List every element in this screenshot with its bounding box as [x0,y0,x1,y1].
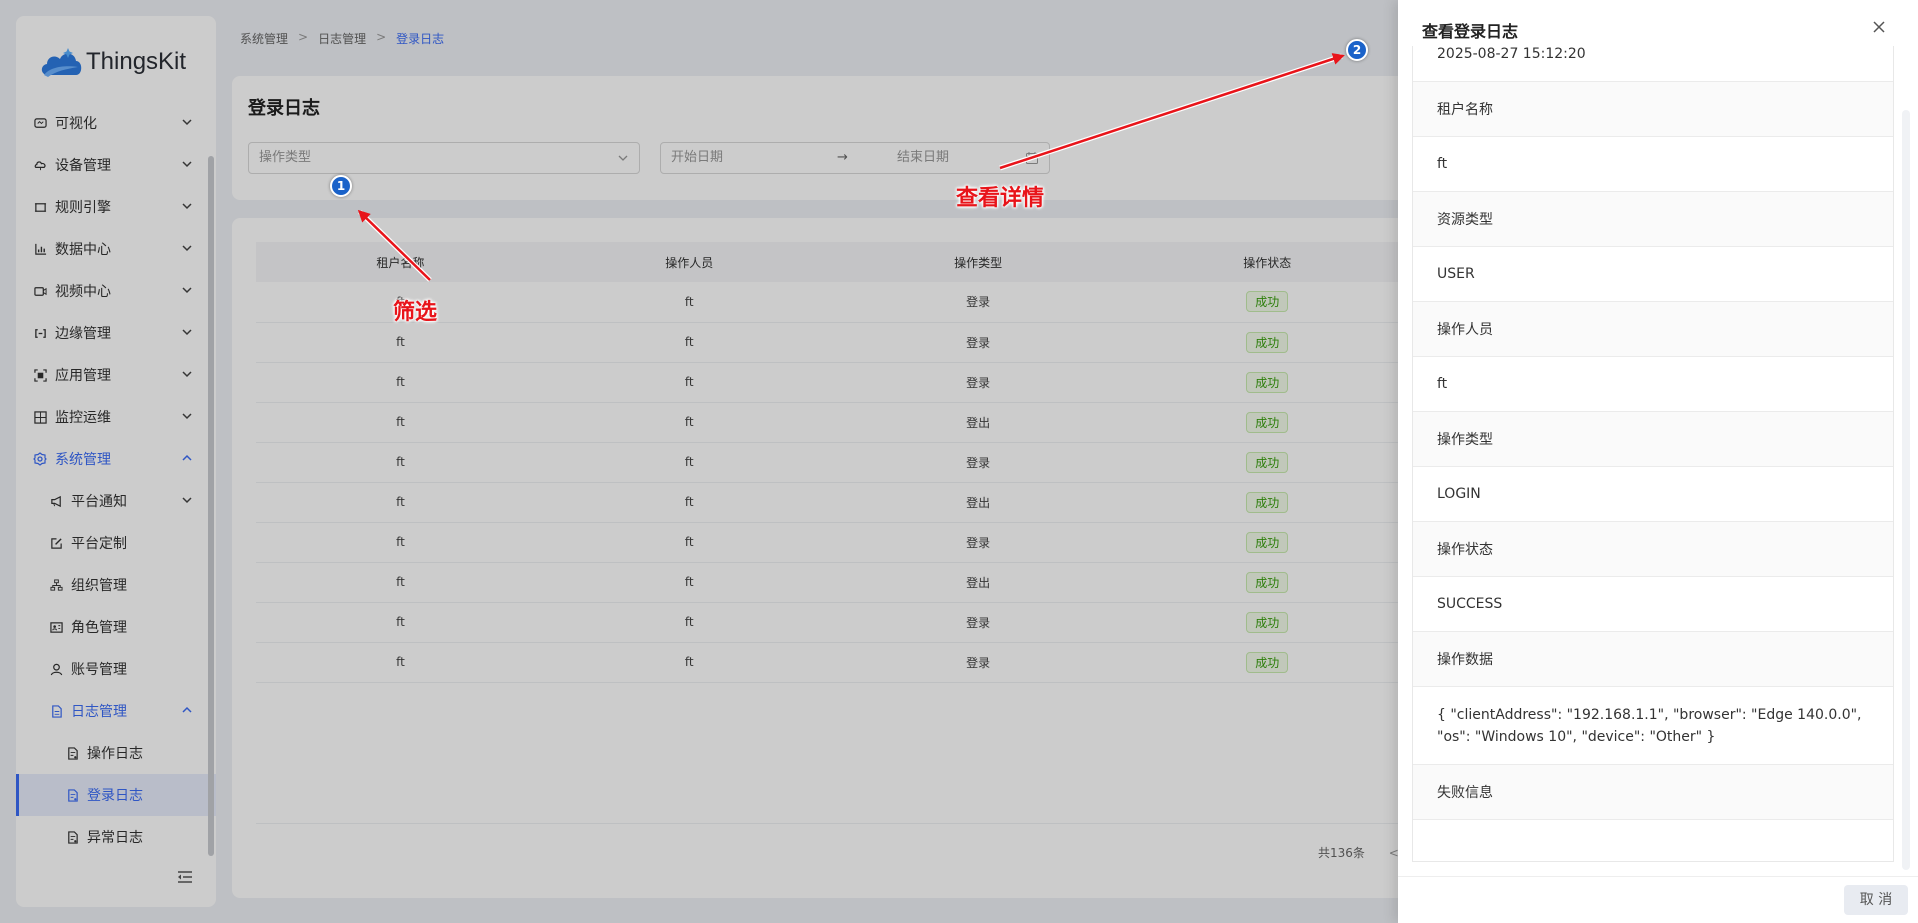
detail-label: 资源类型 [1413,192,1893,247]
close-icon[interactable] [1872,20,1886,34]
drawer-footer: 取 消 [1398,876,1918,923]
detail-value: SUCCESS [1413,577,1893,632]
drawer-scrollbar[interactable] [1902,110,1910,870]
modal-overlay[interactable] [0,0,1398,923]
filter-callout: 筛选 [393,299,438,325]
detail-value: ft [1413,137,1893,192]
detail-label: 租户名称 [1413,82,1893,137]
cancel-button[interactable]: 取 消 [1844,885,1908,915]
detail-label: 失败信息 [1413,765,1893,820]
detail-label: 操作状态 [1413,522,1893,577]
detail-list: 2025-08-27 15:12:20 租户名称 ft 资源类型 USER 操作人员 ft 操… [1412,46,1894,862]
detail-label: 操作类型 [1413,412,1893,467]
step-1-marker: 1 [330,175,352,197]
detail-value: LOGIN [1413,467,1893,522]
detail-value: USER [1413,247,1893,302]
detail-value: { "clientAddress": "192.168.1.1", "brows… [1413,687,1893,765]
drawer-title: 查看登录日志 [1422,22,1519,41]
detail-value: 2025-08-27 15:12:20 [1413,46,1893,82]
detail-callout: 查看详情 [956,185,1045,211]
detail-label: 操作人员 [1413,302,1893,357]
detail-drawer: 查看登录日志 2025-08-27 15:12:20 租户名称 ft 资源类型 USER… [1398,0,1918,923]
step-2-marker: 2 [1346,39,1368,61]
detail-value: ft [1413,357,1893,412]
detail-label: 操作数据 [1413,632,1893,687]
